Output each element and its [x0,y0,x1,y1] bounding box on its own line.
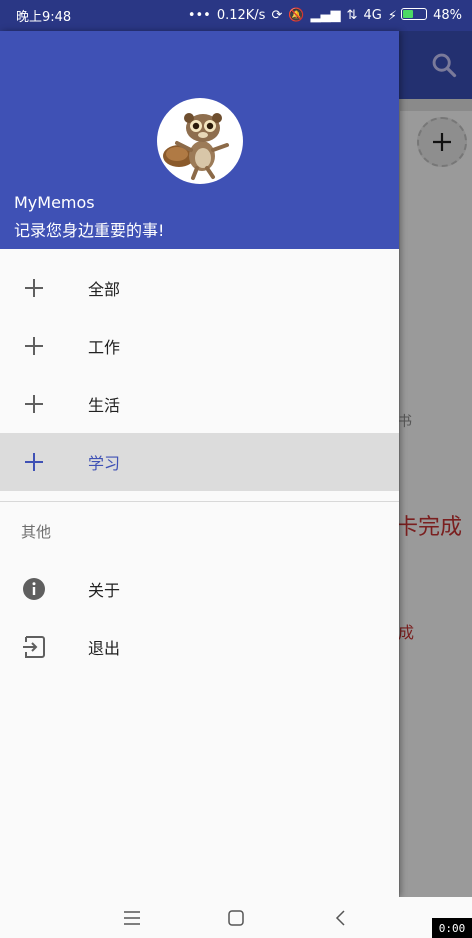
add-fab-button[interactable] [417,117,467,167]
plus-icon [22,450,46,474]
plus-icon [22,392,46,416]
charging-icon: ⚡ [387,8,397,24]
lemur-avatar-icon [163,113,229,180]
avatar[interactable] [157,98,243,184]
drawer-item-about[interactable]: 关于 [0,560,399,618]
drawer-item-study[interactable]: 学习 [0,433,399,491]
search-icon[interactable] [430,51,458,79]
app-name: MyMemos [14,193,95,212]
drawer-item-life[interactable]: 生活 [0,375,399,433]
drawer-item-exit[interactable]: 退出 [0,618,399,676]
hamburger-icon [124,910,140,925]
drawer-item-label: 全部 [88,280,121,299]
more-dots-icon: ••• [187,8,211,23]
sync-icon: ⟳ [271,8,283,23]
recorder-timer: 0:00 [432,918,472,938]
drawer-item-label: 生活 [88,396,121,415]
info-icon [22,577,46,601]
plus-icon [22,276,46,300]
exit-icon [22,635,46,659]
square-icon [228,909,244,926]
drawer-item-work[interactable]: 工作 [0,317,399,375]
status-time: 晚上9:48 [16,10,72,25]
drawer-item-label: 关于 [88,581,121,600]
battery-fill [403,9,414,18]
status-bar: 晚上9:48 ••• 0.12K/s ⟳ 🔕 ▂▄▆ ⇅ 4G ⚡ 48% [0,0,472,31]
drawer-item-label: 退出 [88,639,121,658]
back-chevron-icon [335,909,345,926]
background-card [400,111,472,901]
background-text-0: 书 [398,414,412,430]
battery-percent: 48% [433,8,462,23]
mute-icon: 🔕 [288,8,305,23]
data-arrows-icon: ⇅ [346,8,358,23]
plus-icon [433,133,451,151]
drawer-header: MyMemos 记录您身边重要的事! [0,31,399,249]
system-nav-bar [0,897,472,938]
drawer-menu: 全部 工作 生活 学习 其他 关于 退出 [0,259,399,676]
menu-nav-button[interactable] [112,903,152,933]
status-icons: ••• 0.12K/s ⟳ 🔕 ▂▄▆ ⇅ 4G ⚡ 48% [187,7,462,24]
navigation-drawer: MyMemos 记录您身边重要的事! 全部 工作 生活 学习 其他 关于 退出 [0,31,399,897]
app-tagline: 记录您身边重要的事! [14,221,165,240]
back-nav-button[interactable] [320,903,360,933]
background-text-2: 成 [398,623,415,642]
signal-icon: ▂▄▆ [310,8,341,23]
net-speed: 0.12K/s [216,8,266,23]
battery-icon [401,7,428,20]
home-nav-button[interactable] [216,903,256,933]
background-text-1: 卡完成 [396,515,463,540]
drawer-item-label: 工作 [88,338,121,357]
drawer-item-all[interactable]: 全部 [0,259,399,317]
drawer-item-label: 学习 [88,454,121,473]
plus-icon [22,334,46,358]
network-type: 4G [363,8,382,23]
drawer-subheader: 其他 [21,522,52,541]
battery-indicator: ⚡ [387,7,428,24]
